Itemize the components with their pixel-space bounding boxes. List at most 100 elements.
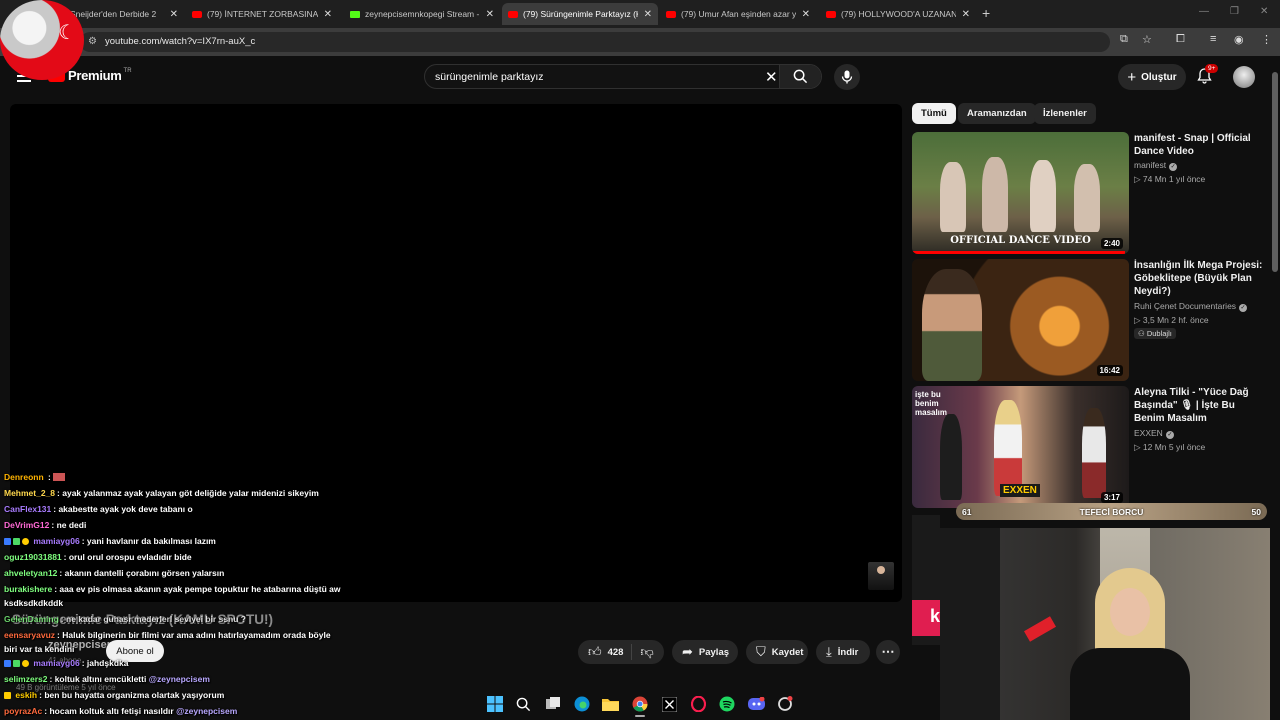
badge-icon: [4, 660, 11, 667]
tab-title: zeynepcisemnkopegi Stream -: [365, 9, 480, 19]
thumbnail-figure: [940, 414, 962, 500]
dislike-icon[interactable]: 👎︎: [640, 644, 653, 660]
recommended-title[interactable]: İnsanlığın İlk Mega Projesi: Göbeklitepe…: [1134, 259, 1264, 298]
cast-icon[interactable]: ⧉: [1120, 33, 1128, 46]
discord-icon[interactable]: [742, 690, 771, 718]
video-player[interactable]: [10, 104, 902, 602]
minimize-icon[interactable]: —: [1199, 6, 1209, 17]
opera-gx-icon[interactable]: [684, 690, 713, 718]
share-button[interactable]: ➦ Paylaş: [672, 640, 738, 664]
like-count[interactable]: 428: [608, 647, 624, 658]
video-thumbnail[interactable]: OFFICIAL DANCE VIDEO 2:40: [912, 132, 1129, 254]
recommended-title[interactable]: Aleyna Tilki - "Yüce Dağ Başında" 🎙 | İş…: [1134, 386, 1264, 425]
close-icon[interactable]: ✕: [486, 9, 494, 20]
meta-text: 3,5 Mn 2 hf. önce: [1142, 315, 1209, 325]
chat-message: oguz19031881: orul orul orospu evladıdır…: [4, 552, 192, 562]
more-actions-button[interactable]: ⋯: [876, 640, 900, 664]
recommended-channel[interactable]: EXXEN ✓: [1134, 428, 1174, 439]
browser-tab[interactable]: zeynepcisemnkopegi Stream - ✕: [344, 3, 500, 25]
recommended-channel[interactable]: Ruhi Çenet Documentaries ✓: [1134, 301, 1248, 312]
account-avatar[interactable]: [1233, 66, 1255, 88]
recommended-title[interactable]: manifest - Snap | Official Dance Video: [1134, 132, 1264, 158]
chat-username: Mehmet_2_8: [4, 488, 56, 498]
chip-watched[interactable]: İzlenenler: [1034, 103, 1096, 124]
chat-message: biri var ta kendini: [4, 644, 74, 654]
tab-title: (79) İNTERNET ZORBASINA SÖ: [207, 9, 318, 19]
thumbnail-figure: [1082, 408, 1106, 498]
recommended-video-partial[interactable]: k: [912, 515, 940, 645]
chat-text: ben bu hayatta organizma olartak yaşıyor…: [44, 690, 225, 700]
divider: [631, 644, 633, 660]
chat-message: mamiayg06: yani havlanır da bakılması la…: [4, 536, 216, 546]
chip-all[interactable]: Tümü: [912, 103, 956, 124]
extensions-icon[interactable]: ⧠: [1176, 33, 1185, 46]
url-field[interactable]: ⚙ youtube.com/watch?v=IX7rn-auX_c: [80, 32, 1110, 52]
more-icon: ⋯: [881, 644, 895, 659]
app-icon[interactable]: [771, 690, 800, 718]
windows-icon[interactable]: [480, 690, 509, 718]
site-settings-icon[interactable]: ⚙: [88, 36, 97, 47]
file-explorer-icon[interactable]: [596, 690, 625, 718]
browser-tab[interactable]: Sneijder'den Derbide 2 ✕: [64, 3, 184, 25]
notifications-button[interactable]: 9+: [1197, 64, 1219, 84]
tab-title: (79) HOLLYWOOD'A UZANAN Y: [841, 9, 956, 19]
url-text: youtube.com/watch?v=IX7rn-auX_c: [105, 36, 256, 47]
browser-tab[interactable]: (79) Umur Afan eşinden azar yiy ✕: [660, 3, 816, 25]
recommended-channel[interactable]: manifest ✓: [1134, 160, 1178, 171]
chat-username: Denreonn: [4, 472, 44, 482]
channel-watermark[interactable]: [868, 562, 894, 590]
x-icon[interactable]: [655, 690, 684, 718]
search-button[interactable]: [779, 65, 821, 88]
close-icon[interactable]: ✕: [324, 9, 332, 20]
chat-text: akabestte: [58, 504, 98, 514]
clear-search-icon[interactable]: ✕: [765, 68, 778, 86]
maximize-icon[interactable]: ❐: [1230, 6, 1239, 17]
page-scrollbar[interactable]: [1270, 56, 1280, 720]
browser-tab[interactable]: (79) İNTERNET ZORBASINA SÖ ✕: [186, 3, 338, 25]
exxen-logo: EXXEN: [1000, 484, 1040, 497]
search-input[interactable]: sürüngenimle parktayız ✕: [424, 64, 822, 89]
close-icon[interactable]: ✕: [170, 9, 178, 20]
close-icon[interactable]: ✕: [962, 9, 970, 20]
like-icon[interactable]: 👍︎: [588, 644, 602, 660]
recommended-video[interactable]: 16:42 İnsanlığın İlk Mega Projesi: Göbek…: [912, 259, 1268, 381]
download-label: İndir: [837, 646, 859, 658]
scrollbar-thumb[interactable]: [1272, 72, 1278, 272]
chrome-icon[interactable]: [625, 690, 654, 718]
browser-tab[interactable]: (79) HOLLYWOOD'A UZANAN Y ✕: [820, 3, 976, 25]
debt-progress-bar: 61 TEFECİ BORCU 50: [956, 503, 1267, 520]
edge-icon[interactable]: [567, 690, 596, 718]
video-thumbnail[interactable]: işte bu benim masalım EXXEN 3:17: [912, 386, 1129, 508]
new-tab-icon[interactable]: +: [982, 5, 990, 21]
browser-tab-active[interactable]: (79) Sürüngenimle Parktayız (KA ✕: [502, 3, 658, 25]
thumbnail-figure: [982, 157, 1008, 232]
search-icon[interactable]: [509, 690, 538, 718]
chip-from-search[interactable]: Aramanızdan: [958, 103, 1036, 124]
video-thumbnail[interactable]: 16:42: [912, 259, 1129, 381]
task-view-icon[interactable]: [538, 690, 567, 718]
close-window-icon[interactable]: ✕: [1260, 6, 1268, 17]
verified-icon: ✓: [1165, 431, 1174, 439]
browser-profile-icon[interactable]: ◉: [1234, 33, 1244, 46]
close-icon[interactable]: ✕: [802, 9, 810, 20]
save-button[interactable]: ⛉ Kaydet: [746, 640, 808, 664]
chat-text: Haluk bilginerin bir filmi var ama adını…: [62, 630, 331, 640]
browser-menu-icon[interactable]: ⋮: [1261, 33, 1272, 46]
create-label: Oluştur: [1141, 71, 1177, 83]
download-button[interactable]: ⤓ İndir: [816, 640, 870, 664]
webcam-microphone: [1024, 616, 1056, 642]
recommended-video[interactable]: işte bu benim masalım EXXEN 3:17 Aleyna …: [912, 386, 1268, 508]
duration-badge: 16:42: [1096, 365, 1123, 376]
country-code: TR: [123, 67, 132, 74]
reading-list-icon[interactable]: ≡: [1210, 33, 1216, 45]
download-icon: ⤓: [826, 644, 832, 659]
watch-progress-bar: [912, 251, 1125, 254]
recommended-meta: ▷ 3,5 Mn 2 hf. önce: [1134, 315, 1209, 325]
recommended-video[interactable]: OFFICIAL DANCE VIDEO 2:40 manifest - Sna…: [912, 132, 1268, 254]
bookmark-star-icon[interactable]: ☆: [1142, 33, 1152, 46]
tab-title: (79) Sürüngenimle Parktayız (KA: [523, 9, 638, 19]
voice-search-button[interactable]: [834, 64, 860, 90]
create-button[interactable]: + Oluştur: [1118, 64, 1186, 90]
close-icon[interactable]: ✕: [644, 9, 652, 20]
spotify-icon[interactable]: [713, 690, 742, 718]
